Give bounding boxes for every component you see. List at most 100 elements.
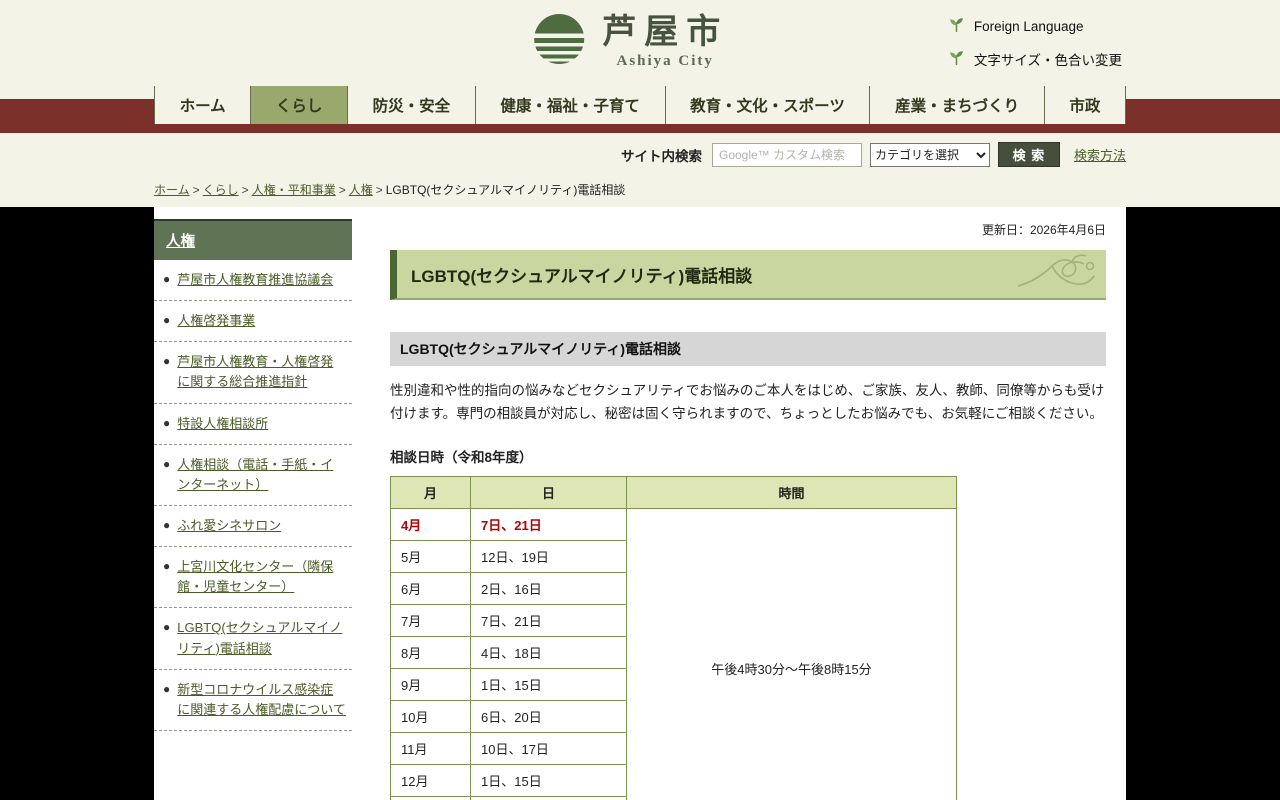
breadcrumb-separator: > [242, 183, 249, 197]
schedule-cell: 5月 [391, 540, 471, 572]
schedule-header-time: 時間 [627, 476, 957, 508]
nav-tab-健康・福祉・子育て[interactable]: 健康・福祉・子育て [476, 86, 666, 124]
schedule-cell: 6日、20日 [471, 700, 627, 732]
nav-tab-ホーム[interactable]: ホーム [155, 86, 251, 124]
breadcrumb-separator: > [339, 183, 346, 197]
sidebar-link[interactable]: LGBTQ(セクシュアルマイノリティ)電話相談 [177, 618, 346, 658]
site-logo[interactable]: 芦屋市 Ashiya City [532, 12, 728, 71]
site-search-bar: サイト内検索 カテゴリを選択 検 索 検索方法 [0, 133, 1280, 177]
schedule-cell: 2日、16日 [471, 572, 627, 604]
schedule-cell: 10日、17日 [471, 732, 627, 764]
schedule-cell: 5日、19日 [471, 796, 627, 800]
schedule-cell: 1日、15日 [471, 668, 627, 700]
search-button[interactable]: 検 索 [998, 142, 1060, 167]
schedule-cell: 12日、19日 [471, 540, 627, 572]
section-heading: LGBTQ(セクシュアルマイノリティ)電話相談 [390, 332, 1106, 366]
sidebar-list: ●芦屋市人権教育推進協議会●人権啓発事業●芦屋市人権教育・人権啓発に関する総合推… [154, 260, 352, 731]
schedule-header-day: 日 [471, 476, 627, 508]
logo-text-block: 芦屋市 Ashiya City [602, 13, 728, 70]
foreign-language-link[interactable]: Foreign Language [948, 16, 1084, 36]
body-text: 性別違和や性的指向の悩みなどセクシュアリティでお悩みのご本人をはじめ、ご家族、友… [390, 380, 1106, 426]
page-title-banner: LGBTQ(セクシュアルマイノリティ)電話相談 [390, 250, 1106, 300]
nav-tab-防災・安全[interactable]: 防災・安全 [348, 86, 476, 124]
sidebar-link[interactable]: 特設人権相談所 [177, 414, 268, 434]
site-name: 芦屋市 [602, 13, 728, 52]
sidebar-link[interactable]: 人権相談（電話・手紙・インターネット） [177, 455, 346, 495]
site-search-input[interactable] [712, 143, 862, 167]
bullet-icon: ● [163, 680, 170, 720]
schedule-row: 4月7日、21日午後4時30分～午後8時15分 [391, 508, 957, 540]
schedule-cell: 7月 [391, 604, 471, 636]
sidebar: 人権 ●芦屋市人権教育推進協議会●人権啓発事業●芦屋市人権教育・人権啓発に関する… [154, 219, 352, 800]
sidebar-item: ●人権相談（電話・手紙・インターネット） [154, 445, 352, 506]
sidebar-item: ●上宮川文化センター（隣保館・児童センター） [154, 547, 352, 608]
site-header: 芦屋市 Ashiya City Foreign Language [0, 0, 1280, 86]
schedule-cell: 9月 [391, 668, 471, 700]
sidebar-link[interactable]: 人権啓発事業 [177, 311, 255, 331]
breadcrumb-link[interactable]: 人権 [349, 183, 373, 197]
breadcrumb-link[interactable]: ホーム [154, 183, 190, 197]
accessibility-icon [948, 49, 965, 69]
sidebar-item: ● 芦屋市人権教育推進協議会 [154, 260, 352, 301]
site-name-en: Ashiya City [602, 53, 728, 70]
breadcrumb-link[interactable]: くらし [203, 183, 239, 197]
nav-tabs: ホームくらし防災・安全健康・福祉・子育て教育・文化・スポーツ産業・まちづくり市政 [154, 86, 1126, 124]
breadcrumb-current: LGBTQ(セクシュアルマイノリティ)電話相談 [386, 183, 626, 197]
schedule-header-month: 月 [391, 476, 471, 508]
sidebar-item: ●芦屋市人権教育・人権啓発に関する総合推進指針 [154, 342, 352, 403]
schedule-cell: 8月 [391, 636, 471, 668]
foreign-language-icon [948, 16, 965, 36]
bullet-icon: ● [163, 414, 170, 434]
schedule-cell: 7日、21日 [471, 508, 627, 540]
breadcrumb-link[interactable]: 人権・平和事業 [252, 183, 336, 197]
city-logo-icon [532, 12, 586, 71]
search-help-link[interactable]: 検索方法 [1074, 145, 1126, 164]
bullet-icon: ● [163, 557, 170, 597]
breadcrumb-separator: > [376, 183, 383, 197]
breadcrumb: ホーム>くらし>人権・平和事業>人権>LGBTQ(セクシュアルマイノリティ)電話… [154, 181, 1126, 198]
sidebar-link[interactable]: ふれ愛シネサロン [177, 516, 281, 536]
sidebar-link[interactable]: 芦屋市人権教育・人権啓発に関する総合推進指針 [177, 352, 346, 392]
nav-tab-教育・文化・スポーツ[interactable]: 教育・文化・スポーツ [666, 86, 871, 124]
updated-date: 更新日：2026年4月6日 [390, 221, 1106, 238]
sidebar-link[interactable]: 芦屋市人権教育推進協議会 [177, 270, 333, 290]
schedule-cell: 4月 [391, 508, 471, 540]
foreign-language-label: Foreign Language [974, 19, 1084, 34]
sidebar-item: ● 人権啓発事業 [154, 301, 352, 342]
schedule-cell: 6月 [391, 572, 471, 604]
schedule-time-cell: 午後4時30分～午後8時15分 [627, 508, 957, 800]
sidebar-link[interactable]: 新型コロナウイルス感染症に関連する人権配慮について [177, 680, 346, 720]
breadcrumb-separator: > [193, 183, 200, 197]
sidebar-item: ● ふれ愛シネサロン [154, 506, 352, 547]
content-area: 人権 ●芦屋市人権教育推進協議会●人権啓発事業●芦屋市人権教育・人権啓発に関する… [0, 207, 1280, 800]
schedule-cell: 12月 [391, 764, 471, 796]
sidebar-title[interactable]: 人権 [154, 219, 352, 260]
schedule-cell: 11月 [391, 732, 471, 764]
accessibility-link[interactable]: 文字サイズ・色合い変更 [948, 49, 1122, 69]
bullet-icon: ● [163, 352, 170, 392]
bullet-icon: ● [163, 311, 170, 331]
bullet-icon: ● [163, 618, 170, 658]
sidebar-link[interactable]: 上宮川文化センター（隣保館・児童センター） [177, 557, 346, 597]
schedule-cell: 1日、15日 [471, 764, 627, 796]
bullet-icon: ● [163, 270, 170, 290]
main-content: 更新日：2026年4月6日 LGBTQ(セクシュアルマイノリティ)電話相談 LG… [390, 219, 1106, 800]
nav-tab-市政[interactable]: 市政 [1045, 86, 1125, 124]
schedule-cell: 7日、21日 [471, 604, 627, 636]
schedule-heading: 相談日時（令和8年度） [390, 446, 1106, 466]
page-title: LGBTQ(セクシュアルマイノリティ)電話相談 [411, 262, 752, 287]
main-nav: ホームくらし防災・安全健康・福祉・子育て教育・文化・スポーツ産業・まちづくり市政 [0, 86, 1280, 133]
site-search-label: サイト内検索 [621, 145, 702, 165]
schedule-cell: 1月 [391, 796, 471, 800]
nav-tab-産業・まちづくり[interactable]: 産業・まちづくり [870, 86, 1044, 124]
category-select[interactable]: カテゴリを選択 [870, 143, 990, 167]
sidebar-item: ●新型コロナウイルス感染症に関連する人権配慮について [154, 670, 352, 731]
sidebar-item: ● 特設人権相談所 [154, 404, 352, 445]
accessibility-label: 文字サイズ・色合い変更 [974, 49, 1122, 69]
schedule-table: 月 日 時間 4月7日、21日午後4時30分～午後8時15分5月12日、19日6… [390, 476, 957, 800]
nav-tab-くらし[interactable]: くらし [251, 86, 348, 124]
bullet-icon: ● [163, 516, 170, 536]
header-utility-links: Foreign Language 文字サイズ・色合い変更 [948, 16, 1122, 69]
schedule-header-row: 月 日 時間 [391, 476, 957, 508]
breadcrumb-bar: ホーム>くらし>人権・平和事業>人権>LGBTQ(セクシュアルマイノリティ)電話… [0, 177, 1280, 207]
